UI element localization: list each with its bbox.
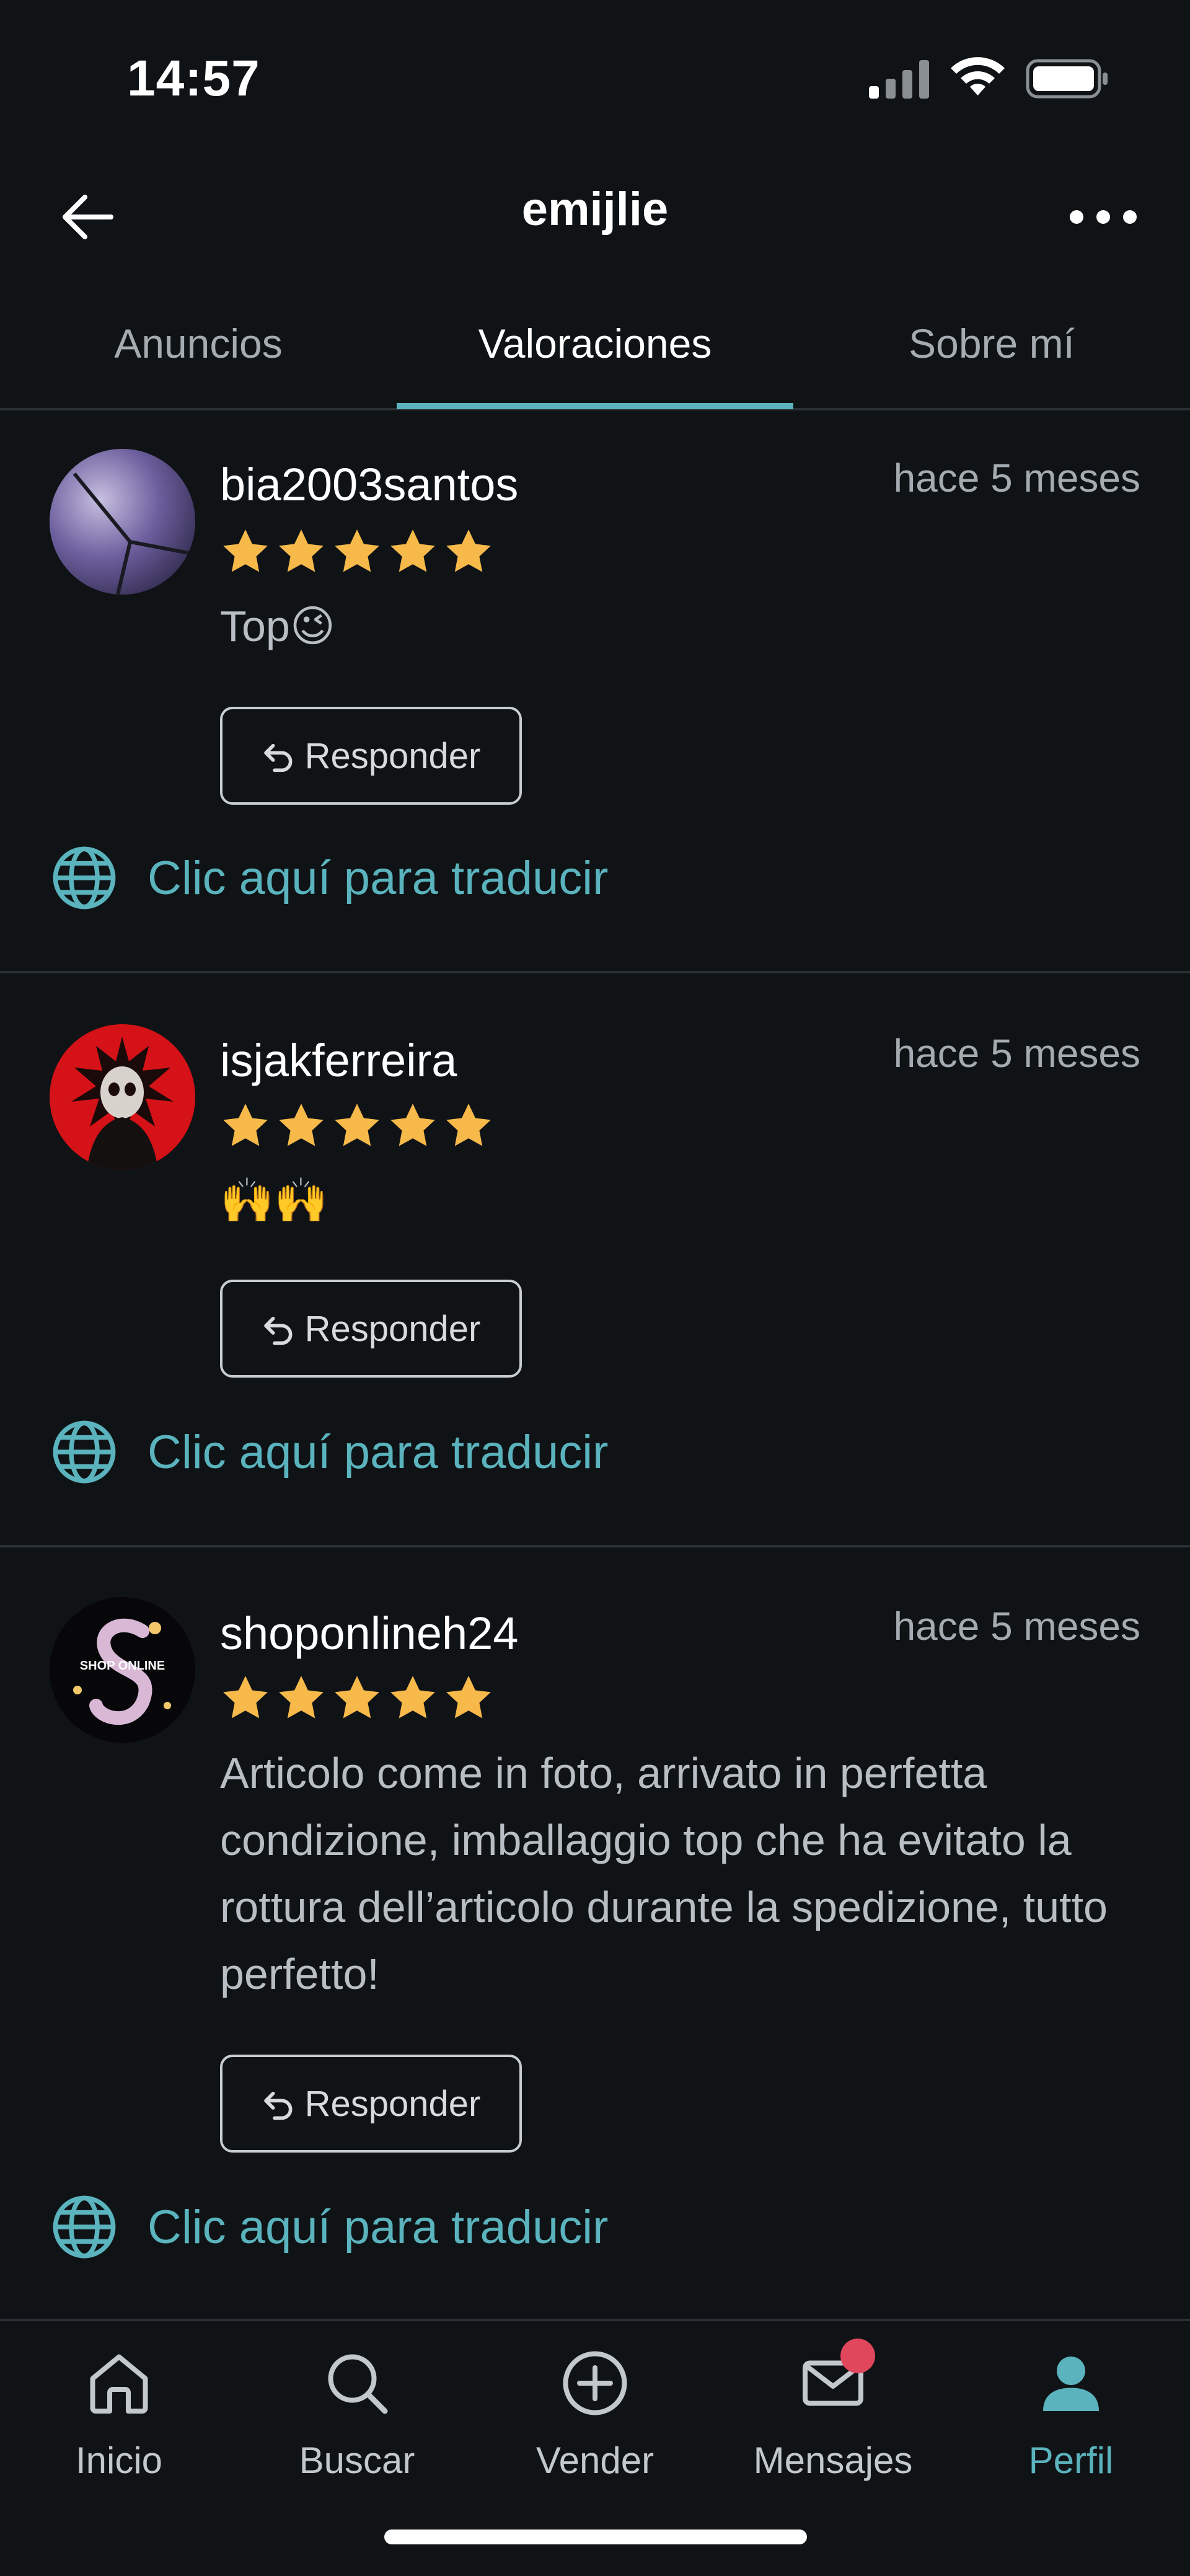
review-card: isjakferreira hace 5 meses 🙌🙌 Responder … xyxy=(0,973,1190,1547)
page-title: emijlie xyxy=(521,183,669,236)
star-icon xyxy=(335,1104,379,1146)
globe-icon xyxy=(53,2195,116,2259)
review-comment: Articolo come in foto, arrivato in perfe… xyxy=(220,1749,1108,1998)
star-rating xyxy=(220,1673,494,1725)
wifi-icon xyxy=(951,57,1005,95)
home-indicator xyxy=(384,2530,807,2544)
star-rating xyxy=(220,1100,494,1153)
review-comment: 🙌🙌 xyxy=(220,1176,328,1224)
avatar-image xyxy=(50,449,195,595)
star-icon xyxy=(223,1676,268,1719)
reviewer-username[interactable]: bia2003santos xyxy=(220,458,518,511)
star-icon xyxy=(223,529,268,572)
avatar-image xyxy=(50,1024,195,1170)
nav-item-buscar[interactable]: Buscar xyxy=(238,2346,476,2507)
star-icon xyxy=(446,529,491,572)
star-icon xyxy=(446,1676,491,1719)
reply-button[interactable]: Responder xyxy=(220,707,522,805)
star-icon xyxy=(279,1104,324,1146)
active-tab-indicator xyxy=(397,403,793,409)
status-bar: 14:57 xyxy=(0,0,1190,155)
nav-item-perfil[interactable]: Perfil xyxy=(952,2346,1190,2507)
star-icon xyxy=(390,1104,435,1146)
reviewer-username[interactable]: isjakferreira xyxy=(220,1034,457,1087)
translate-label: Clic aquí para traducir xyxy=(148,851,609,905)
star-icon xyxy=(390,1676,435,1719)
reply-arrow-icon xyxy=(263,2091,293,2120)
review-card: bia2003santos hace 5 meses Top😉 Responde… xyxy=(0,412,1190,973)
review-card: SHOP ONLINE shoponlineh24 hace 5 meses A… xyxy=(0,1547,1190,2319)
star-icon xyxy=(279,1676,324,1719)
star-rating xyxy=(220,526,494,579)
person-icon xyxy=(1043,2357,1099,2411)
reply-arrow-icon xyxy=(263,743,293,772)
profile-tabs: Anuncios Valoraciones Sobre mí xyxy=(0,279,1190,410)
star-icon xyxy=(279,529,324,572)
star-icon xyxy=(446,1104,491,1146)
reply-arrow-icon xyxy=(263,1316,293,1345)
avatar[interactable]: SHOP ONLINE xyxy=(50,1597,195,1743)
translate-link[interactable]: Clic aquí para traducir xyxy=(50,841,608,915)
battery-icon xyxy=(1026,59,1108,99)
status-time: 14:57 xyxy=(127,50,260,107)
nav-item-vender[interactable]: Vender xyxy=(476,2346,714,2507)
more-options-button[interactable] xyxy=(1054,180,1153,254)
translate-label: Clic aquí para traducir xyxy=(148,1425,609,1479)
cellular-signal-icon xyxy=(869,60,929,99)
review-time: hace 5 meses xyxy=(893,1604,1140,1649)
review-time: hace 5 meses xyxy=(893,1031,1140,1076)
star-icon xyxy=(335,1676,379,1719)
nav-item-inicio[interactable]: Inicio xyxy=(0,2346,238,2507)
nav-label: Inicio xyxy=(75,2440,163,2481)
translate-link[interactable]: Clic aquí para traducir xyxy=(50,1415,608,1489)
reply-label: Responder xyxy=(304,2083,481,2124)
nav-label: Buscar xyxy=(299,2440,415,2481)
reply-label: Responder xyxy=(304,735,481,776)
mail-icon xyxy=(796,2339,875,2420)
nav-label: Vender xyxy=(536,2440,654,2481)
reviewer-username[interactable]: shoponlineh24 xyxy=(220,1607,518,1660)
reply-button[interactable]: Responder xyxy=(220,1280,522,1378)
review-comment: Top😉 xyxy=(220,602,335,650)
reply-button[interactable]: Responder xyxy=(220,2055,522,2153)
home-icon xyxy=(90,2354,148,2414)
translate-label: Clic aquí para traducir xyxy=(148,2200,609,2254)
avatar[interactable] xyxy=(50,1024,195,1170)
notification-badge xyxy=(840,2339,875,2373)
tab-sobre-mi[interactable]: Sobre mí xyxy=(793,279,1190,408)
review-time: hace 5 meses xyxy=(893,456,1140,500)
star-icon xyxy=(335,529,379,572)
globe-icon xyxy=(53,846,116,910)
tab-anuncios[interactable]: Anuncios xyxy=(0,279,397,408)
tab-valoraciones[interactable]: Valoraciones xyxy=(397,279,793,408)
nav-item-mensajes[interactable]: Mensajes xyxy=(714,2339,952,2507)
star-icon xyxy=(390,529,435,572)
page: 14:57 emijlie Anuncios Valoraciones Sobr… xyxy=(0,0,1190,2576)
globe-icon xyxy=(53,1420,116,1484)
star-icon xyxy=(223,1104,268,1146)
search-icon xyxy=(328,2354,388,2414)
nav-label: Perfil xyxy=(1028,2440,1114,2481)
profile-header: emijlie xyxy=(0,155,1190,279)
plus-circle-icon xyxy=(563,2351,627,2415)
avatar[interactable] xyxy=(50,449,195,595)
avatar-text: SHOP ONLINE xyxy=(79,1659,165,1673)
more-horizontal-icon xyxy=(1070,210,1137,224)
nav-label: Mensajes xyxy=(753,2440,913,2481)
reply-label: Responder xyxy=(304,1308,481,1349)
translate-link[interactable]: Clic aquí para traducir xyxy=(50,2190,608,2264)
